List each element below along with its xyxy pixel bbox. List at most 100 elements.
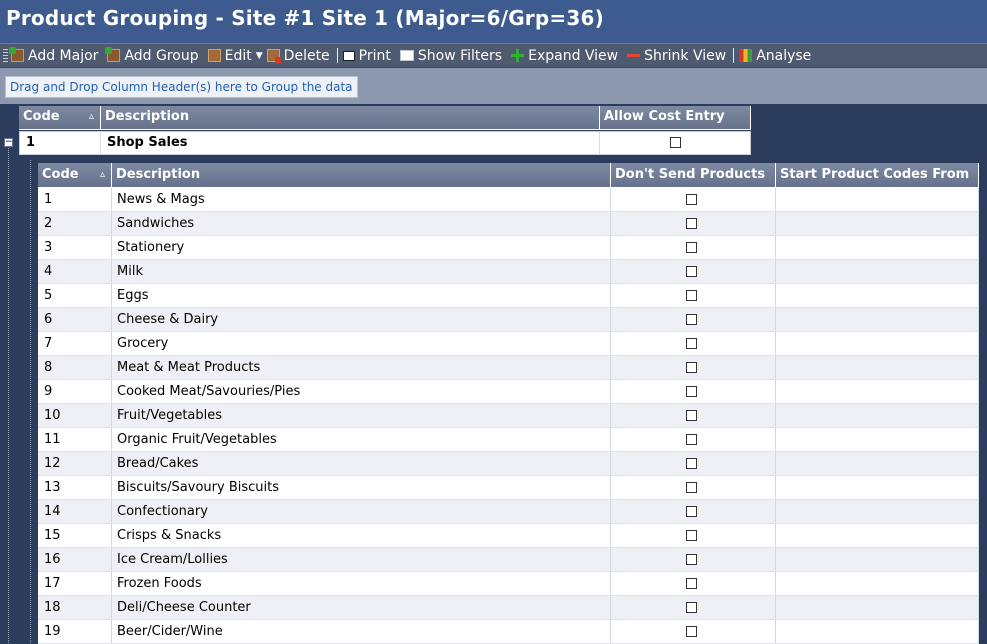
start-product-codes-from-cell[interactable]: [776, 428, 979, 451]
column-header-code[interactable]: Code ▵: [19, 106, 101, 130]
start-product-codes-from-cell[interactable]: [776, 332, 979, 355]
column-header-description[interactable]: Description: [112, 163, 611, 188]
group-description: Cheese & Dairy: [112, 308, 611, 331]
shrink-view-label: Shrink View: [644, 47, 727, 64]
group-description: Beer/Cider/Wine: [112, 620, 611, 643]
table-row[interactable]: 3 Stationery: [38, 236, 979, 260]
toolbar-grip[interactable]: [3, 48, 8, 63]
collapse-icon[interactable]: −: [4, 138, 13, 147]
print-label: Print: [358, 47, 391, 64]
major-row[interactable]: 1 Shop Sales: [19, 131, 751, 155]
column-header-description[interactable]: Description: [101, 106, 600, 130]
allow-cost-entry-checkbox[interactable]: [669, 137, 681, 148]
start-product-codes-from-cell[interactable]: [776, 380, 979, 403]
dont-send-products-checkbox[interactable]: [686, 482, 697, 493]
tree-connector: [8, 148, 9, 643]
table-row[interactable]: 14 Confectionary: [38, 500, 979, 524]
start-product-codes-from-cell[interactable]: [776, 404, 979, 427]
dont-send-products-checkbox[interactable]: [686, 410, 697, 421]
start-product-codes-from-cell[interactable]: [776, 500, 979, 523]
expand-view-label: Expand View: [528, 47, 619, 64]
start-product-codes-from-cell[interactable]: [776, 548, 979, 571]
table-row[interactable]: 12 Bread/Cakes: [38, 452, 979, 476]
sort-ascending-icon: ▵: [88, 111, 94, 122]
start-product-codes-from-cell[interactable]: [776, 188, 979, 211]
table-row[interactable]: 4 Milk: [38, 260, 979, 284]
start-product-codes-from-cell[interactable]: [776, 284, 979, 307]
group-description: Organic Fruit/Vegetables: [112, 428, 611, 451]
group-description: Milk: [112, 260, 611, 283]
dont-send-products-cell: [611, 572, 776, 595]
dont-send-products-checkbox[interactable]: [686, 626, 697, 637]
group-code: 15: [38, 524, 112, 547]
delete-button[interactable]: Delete: [266, 48, 330, 64]
group-grid: Code ▵ Description Don't Send Products S…: [38, 163, 979, 644]
dont-send-products-checkbox[interactable]: [686, 194, 697, 205]
dont-send-products-checkbox[interactable]: [686, 218, 697, 229]
expand-view-button[interactable]: Expand View: [511, 48, 618, 64]
table-row[interactable]: 8 Meat & Meat Products: [38, 356, 979, 380]
column-header-allow-cost-entry[interactable]: Allow Cost Entry: [600, 106, 751, 130]
shrink-view-button[interactable]: Shrink View: [627, 48, 726, 64]
group-grid-header: Code ▵ Description Don't Send Products S…: [38, 163, 979, 188]
start-product-codes-from-cell[interactable]: [776, 212, 979, 235]
table-row[interactable]: 7 Grocery: [38, 332, 979, 356]
edit-dropdown-icon[interactable]: ▼: [256, 51, 263, 61]
start-product-codes-from-cell[interactable]: [776, 596, 979, 619]
dont-send-products-checkbox[interactable]: [686, 386, 697, 397]
window-title: Product Grouping - Site #1 Site 1 (Major…: [6, 6, 604, 30]
analyse-button[interactable]: Analyse: [739, 48, 811, 64]
table-row[interactable]: 1 News & Mags: [38, 188, 979, 212]
dont-send-products-checkbox[interactable]: [686, 554, 697, 565]
group-by-panel[interactable]: Drag and Drop Column Header(s) here to G…: [0, 68, 987, 104]
dont-send-products-checkbox[interactable]: [686, 530, 697, 541]
start-product-codes-from-cell[interactable]: [776, 260, 979, 283]
column-header-dont-send-products[interactable]: Don't Send Products: [611, 163, 776, 188]
table-row[interactable]: 17 Frozen Foods: [38, 572, 979, 596]
table-row[interactable]: 9 Cooked Meat/Savouries/Pies: [38, 380, 979, 404]
table-row[interactable]: 16 Ice Cream/Lollies: [38, 548, 979, 572]
start-product-codes-from-cell[interactable]: [776, 524, 979, 547]
table-row[interactable]: 19 Beer/Cider/Wine: [38, 620, 979, 644]
add-major-button[interactable]: Add Major: [9, 47, 98, 64]
start-product-codes-from-cell[interactable]: [776, 476, 979, 499]
start-product-codes-from-cell[interactable]: [776, 308, 979, 331]
table-row[interactable]: 6 Cheese & Dairy: [38, 308, 979, 332]
dont-send-products-cell: [611, 332, 776, 355]
start-product-codes-from-cell[interactable]: [776, 620, 979, 643]
dont-send-products-checkbox[interactable]: [686, 578, 697, 589]
dont-send-products-checkbox[interactable]: [686, 290, 697, 301]
show-filters-button[interactable]: Show Filters: [399, 48, 502, 64]
dont-send-products-cell: [611, 404, 776, 427]
dont-send-products-checkbox[interactable]: [686, 242, 697, 253]
start-product-codes-from-cell[interactable]: [776, 572, 979, 595]
group-code: 9: [38, 380, 112, 403]
start-product-codes-from-cell[interactable]: [776, 452, 979, 475]
table-row[interactable]: 11 Organic Fruit/Vegetables: [38, 428, 979, 452]
table-row[interactable]: 5 Eggs: [38, 284, 979, 308]
dont-send-products-checkbox[interactable]: [686, 338, 697, 349]
start-product-codes-from-cell[interactable]: [776, 356, 979, 379]
table-row[interactable]: 13 Biscuits/Savoury Biscuits: [38, 476, 979, 500]
add-group-button[interactable]: Add Group: [105, 47, 199, 64]
dont-send-products-checkbox[interactable]: [686, 458, 697, 469]
table-row[interactable]: 2 Sandwiches: [38, 212, 979, 236]
dont-send-products-checkbox[interactable]: [686, 434, 697, 445]
column-header-code[interactable]: Code ▵: [38, 163, 112, 188]
column-header-start-product-codes-from[interactable]: Start Product Codes From: [776, 163, 979, 188]
group-description: Sandwiches: [112, 212, 611, 235]
table-row[interactable]: 18 Deli/Cheese Counter: [38, 596, 979, 620]
dont-send-products-checkbox[interactable]: [686, 602, 697, 613]
table-row[interactable]: 15 Crisps & Snacks: [38, 524, 979, 548]
dont-send-products-checkbox[interactable]: [686, 362, 697, 373]
group-description: Crisps & Snacks: [112, 524, 611, 547]
table-row[interactable]: 10 Fruit/Vegetables: [38, 404, 979, 428]
dont-send-products-checkbox[interactable]: [686, 506, 697, 517]
dont-send-products-checkbox[interactable]: [686, 266, 697, 277]
group-code: 3: [38, 236, 112, 259]
print-button[interactable]: Print: [342, 47, 391, 64]
toolbar-separator: [336, 48, 338, 63]
edit-button[interactable]: Edit: [207, 48, 252, 64]
start-product-codes-from-cell[interactable]: [776, 236, 979, 259]
dont-send-products-checkbox[interactable]: [686, 314, 697, 325]
